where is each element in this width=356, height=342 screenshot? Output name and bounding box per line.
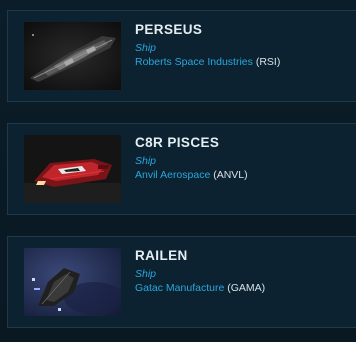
ship-type: Ship — [135, 155, 157, 167]
ship-type: Ship — [135, 268, 157, 280]
perseus-ship-image — [24, 22, 121, 90]
manufacturer-code: GAMA — [230, 282, 262, 294]
manufacturer-name: Roberts Space Industries — [135, 56, 253, 68]
ship-name: C8R PISCES — [135, 135, 220, 150]
ship-info: RAILEN Ship Gatac Manufacture (GAMA) — [135, 248, 350, 295]
c8r-pisces-ship-image — [24, 135, 121, 203]
ship-name: PERSEUS — [135, 22, 203, 37]
ship-list: PERSEUS Ship Roberts Space Industries (R… — [0, 0, 356, 342]
ship-card-perseus[interactable]: PERSEUS Ship Roberts Space Industries (R… — [7, 10, 356, 102]
railen-ship-image — [24, 248, 121, 316]
ship-info: PERSEUS Ship Roberts Space Industries (R… — [135, 22, 350, 69]
ship-type: Ship — [135, 42, 157, 54]
ship-manufacturer: Anvil Aerospace (ANVL) — [135, 168, 350, 182]
ship-info: C8R PISCES Ship Anvil Aerospace (ANVL) — [135, 135, 350, 182]
manufacturer-name: Anvil Aerospace — [135, 169, 211, 181]
ship-card-c8r-pisces[interactable]: C8R PISCES Ship Anvil Aerospace (ANVL) — [7, 123, 356, 215]
manufacturer-code-close: ) — [244, 169, 248, 181]
ship-manufacturer: Roberts Space Industries (RSI) — [135, 55, 350, 69]
manufacturer-code: ANVL — [216, 169, 245, 181]
manufacturer-code-close: ) — [261, 282, 266, 294]
ship-manufacturer: Gatac Manufacture (GAMA) — [135, 281, 350, 295]
manufacturer-code-close: ) — [276, 56, 281, 68]
ship-name: RAILEN — [135, 248, 188, 263]
manufacturer-name: Gatac Manufacture — [135, 282, 225, 294]
manufacturer-code: RSI — [259, 56, 277, 68]
ship-card-railen[interactable]: RAILEN Ship Gatac Manufacture (GAMA) — [7, 236, 356, 328]
